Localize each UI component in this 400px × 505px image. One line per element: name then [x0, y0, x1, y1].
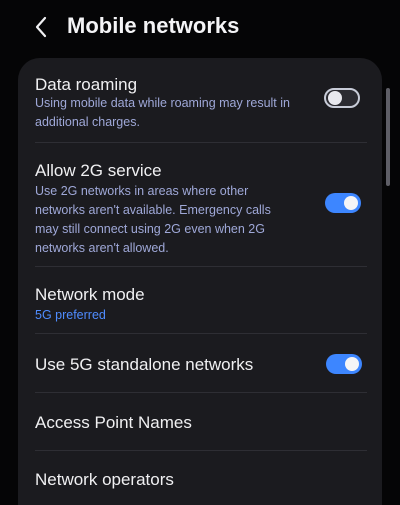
allow-2g-desc-line3: may still connect using 2G even when 2G	[35, 222, 265, 236]
access-point-names-label: Access Point Names	[35, 413, 192, 432]
data-roaming-toggle[interactable]	[324, 88, 360, 108]
standalone-5g-toggle[interactable]	[326, 354, 362, 374]
access-point-names-row[interactable]: Access Point Names	[18, 393, 382, 450]
network-mode-value: 5G preferred	[35, 308, 106, 322]
settings-card: Data roaming Using mobile data while roa…	[18, 58, 382, 505]
network-mode-label: Network mode	[35, 285, 145, 304]
data-roaming-desc-line2: additional charges.	[35, 115, 140, 129]
network-operators-row[interactable]: Network operators	[18, 451, 382, 505]
allow-2g-desc-line2: networks aren't available. Emergency cal…	[35, 203, 271, 217]
data-roaming-desc-line1: Using mobile data while roaming may resu…	[35, 96, 290, 110]
allow-2g-desc-line4: networks aren't allowed.	[35, 241, 169, 255]
standalone-5g-row[interactable]: Use 5G standalone networks	[18, 334, 382, 392]
standalone-5g-label: Use 5G standalone networks	[35, 355, 254, 374]
allow-2g-row[interactable]: Allow 2G service Use 2G networks in area…	[18, 143, 382, 266]
toggle-knob	[345, 357, 359, 371]
page-title: Mobile networks	[67, 13, 240, 38]
allow-2g-description: Use 2G networks in areas where other net…	[35, 182, 305, 258]
chevron-left-icon	[35, 16, 47, 38]
network-operators-label: Network operators	[35, 470, 174, 489]
data-roaming-row[interactable]: Data roaming Using mobile data while roa…	[18, 58, 382, 142]
toggle-knob	[344, 196, 358, 210]
back-button[interactable]	[26, 12, 56, 42]
toggle-knob	[328, 91, 342, 105]
data-roaming-description: Using mobile data while roaming may resu…	[35, 94, 305, 132]
allow-2g-toggle[interactable]	[325, 193, 361, 213]
allow-2g-desc-line1: Use 2G networks in areas where other	[35, 184, 249, 198]
data-roaming-label: Data roaming	[35, 75, 138, 94]
allow-2g-label: Allow 2G service	[35, 161, 162, 180]
app-header: Mobile networks	[0, 0, 400, 56]
scrollbar[interactable]	[386, 88, 390, 186]
network-mode-row[interactable]: Network mode 5G preferred	[18, 267, 382, 333]
